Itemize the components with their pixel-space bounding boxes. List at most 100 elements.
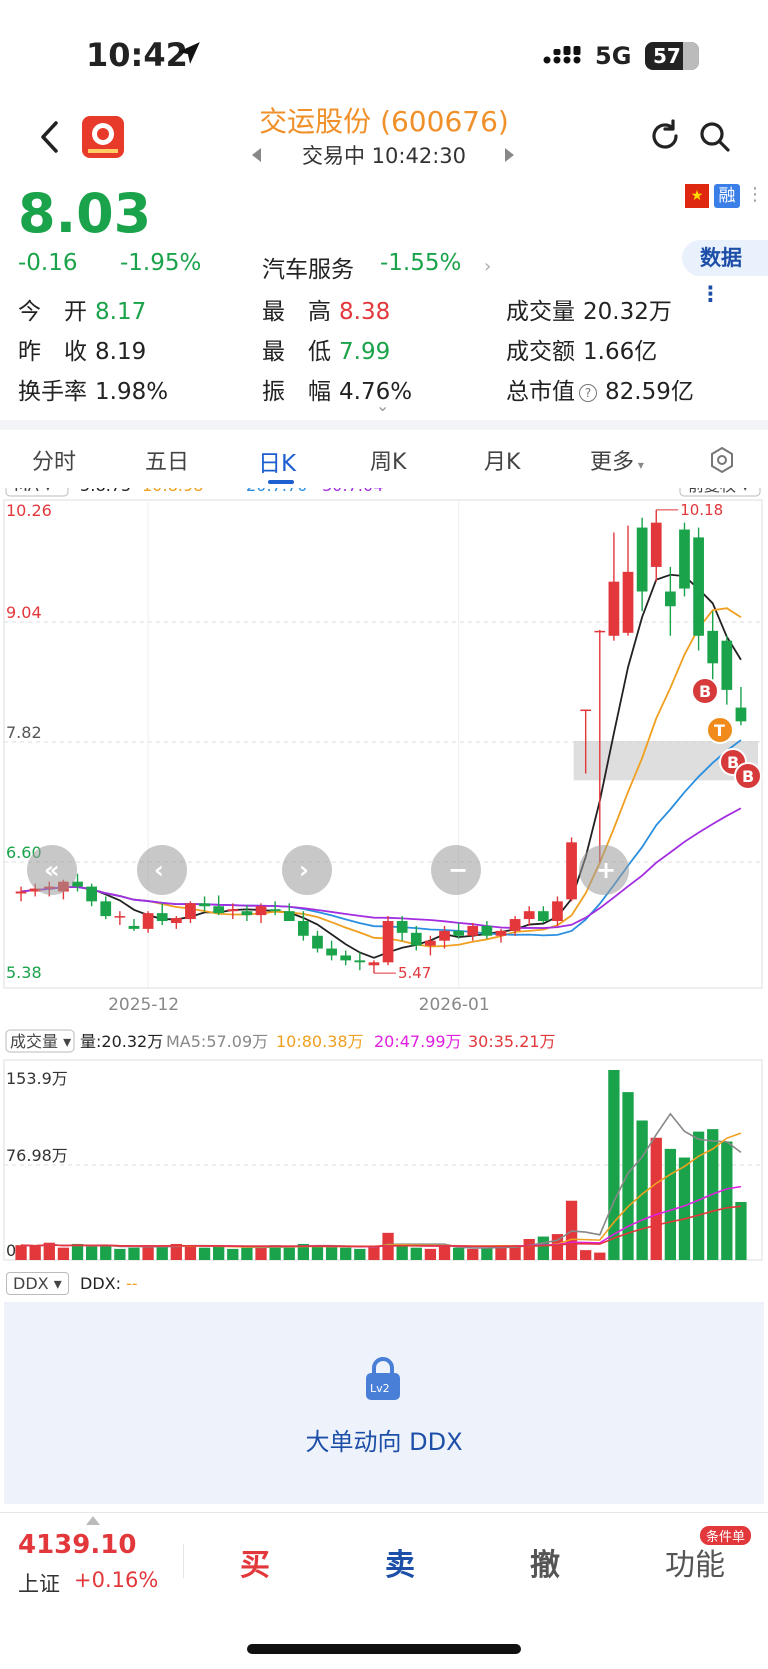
price-change-pct: -1.95% (120, 250, 202, 276)
index-value[interactable]: 4139.10 (18, 1530, 136, 1560)
volume-selector-label: 成交量 ▾ (10, 1032, 71, 1051)
kline-chart[interactable]: MA ▾ 5:8.75 10:8.98 20:7.70 30:7.04 前复权 ▾ 10.2… (0, 488, 768, 1028)
candle (142, 911, 154, 933)
chevron-down-icon[interactable]: ⌄ (376, 396, 389, 415)
sector-name[interactable]: 汽车服务 (262, 250, 354, 284)
quote-stat: 成交量 20.32万 (506, 292, 672, 326)
stat-label: 昨 收 (18, 339, 87, 365)
tab-daily-k[interactable]: 日K (258, 444, 296, 478)
ddx-locked-panel[interactable] (4, 1302, 764, 1504)
volume-legend-item: MA5:57.09万 (166, 1032, 268, 1051)
tab-more[interactable]: 更多 ▾ (590, 444, 644, 476)
candle (566, 837, 577, 902)
volume-bar (340, 1247, 352, 1260)
stat-label: 振 幅 (262, 379, 331, 405)
tab-five-day[interactable]: 五日 (145, 444, 189, 476)
high-marker: 10.18 (680, 501, 723, 519)
zoom-out-icon[interactable]: − (431, 845, 481, 895)
volume-bar (721, 1141, 733, 1260)
trade-signal-icon[interactable]: T (706, 716, 734, 744)
stat-label: 成交额 (506, 339, 575, 365)
volume-bar (537, 1236, 549, 1260)
lock-icon (366, 1357, 400, 1400)
stat-label: 成交量 (506, 299, 575, 325)
candle (665, 566, 676, 636)
next-stock-icon[interactable] (505, 148, 514, 162)
y-tick-label: 9.04 (6, 603, 42, 622)
volume-selector[interactable]: 成交量 ▾ (5, 1029, 75, 1053)
chevron-right-icon[interactable]: › (484, 256, 491, 277)
volume-bar (325, 1246, 338, 1260)
volume-bar (184, 1245, 197, 1260)
candle (481, 921, 493, 939)
margin-badge[interactable]: 融 (714, 184, 740, 208)
trade-signal-icon[interactable]: B (691, 677, 719, 705)
zoom-in-icon[interactable]: + (579, 845, 629, 895)
volume-bar (85, 1246, 98, 1260)
sector-change[interactable]: -1.55% (380, 250, 461, 276)
stat-value: 8.38 (339, 299, 391, 325)
current-price: 8.03 (18, 182, 152, 245)
stat-value: 1.66亿 (583, 339, 658, 365)
svg-text:›: › (299, 856, 309, 884)
candle (185, 901, 196, 923)
quote-stat: 成交额 1.66亿 (506, 332, 657, 366)
trade-signal-icon[interactable]: B (734, 762, 762, 790)
stat-label: 最 高 (262, 299, 331, 325)
tab-monthly-k[interactable]: 月K (484, 444, 520, 476)
candle (693, 527, 704, 651)
adjust-selector[interactable]: 前复权 ▾ (679, 488, 761, 497)
lock-level-badge: Lv2 (370, 1382, 390, 1395)
volume-legend-item: 量:20.32万 (80, 1032, 163, 1051)
price-change: -0.16 (18, 250, 78, 276)
tab-minute[interactable]: 分时 (32, 444, 76, 476)
candle (114, 911, 126, 925)
volume-bar (114, 1248, 126, 1260)
ma-legend-item: 30:7.04 (322, 488, 383, 495)
svg-text:B: B (742, 767, 754, 786)
stat-value: 7.99 (339, 339, 391, 365)
quote-stat: 最 低 7.99 (262, 332, 390, 366)
candle (86, 883, 97, 907)
help-icon[interactable]: ? (579, 383, 597, 402)
more-dots-icon[interactable]: ⋮ (746, 184, 764, 205)
tab-weekly-k[interactable]: 周K (370, 444, 406, 476)
sell-button[interactable]: 卖 (385, 1540, 415, 1584)
y-tick-label: 5.38 (6, 963, 42, 982)
divider (0, 420, 768, 430)
ddx-selector[interactable]: DDX ▾ (6, 1272, 69, 1295)
x-tick-label: 2026-01 (419, 995, 490, 1015)
gear-icon[interactable] (708, 446, 736, 474)
volume-bar (241, 1247, 253, 1260)
conditional-order-badge[interactable]: 条件单 (700, 1526, 752, 1545)
pan-right-icon[interactable]: › (282, 845, 332, 895)
volume-chart[interactable]: 成交量 ▾ 量:20.32万 MA5:57.09万 10:80.38万 20:47.99… (0, 1028, 768, 1268)
ddx-selector-label: DDX (13, 1274, 49, 1293)
data-button-label: 数据 (700, 246, 742, 270)
candle (622, 525, 634, 636)
candle (679, 522, 690, 597)
status-time: 10:42 (86, 36, 188, 74)
ma-selector[interactable]: MA ▾ (5, 488, 69, 497)
volume-bar (100, 1245, 112, 1260)
volume-bar (580, 1250, 592, 1260)
home-indicator[interactable] (247, 1644, 521, 1654)
stat-label: 最 低 (262, 339, 331, 365)
volume-bar (213, 1246, 225, 1260)
index-name: 上证 (18, 1572, 60, 1596)
volume-bar (424, 1248, 437, 1260)
cancel-order-button[interactable]: 撤 (530, 1540, 560, 1584)
buy-button[interactable]: 买 (240, 1540, 270, 1584)
refresh-icon[interactable] (648, 119, 682, 153)
ma-legend-item: 10:8.98 (142, 488, 203, 495)
search-icon[interactable] (697, 119, 731, 153)
stat-label: 今 开 (18, 299, 87, 325)
function-button[interactable]: 功能 (665, 1540, 725, 1584)
rewind-icon[interactable]: « (27, 845, 77, 895)
data-button[interactable]: 数据 ⋮ (682, 240, 768, 306)
pan-left-icon[interactable]: ‹ (137, 845, 187, 895)
ddx-label: DDX: (80, 1274, 121, 1293)
chevron-up-icon[interactable] (86, 1516, 100, 1525)
svg-text:‹: ‹ (154, 856, 164, 884)
quote-stat: 昨 收 8.19 (18, 332, 146, 366)
